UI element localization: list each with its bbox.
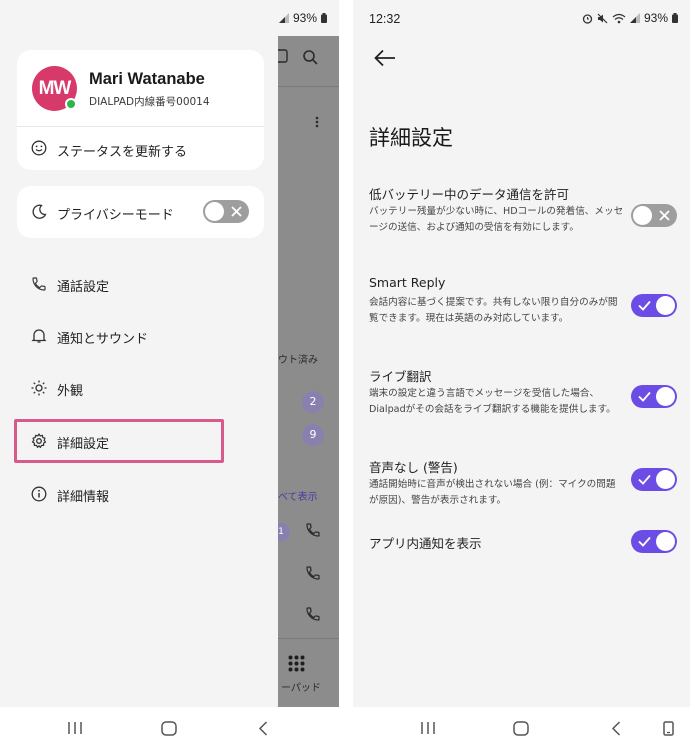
menu-item-appearance[interactable]: 外観 (17, 368, 264, 408)
menu-item-label: 外観 (57, 384, 84, 399)
search-icon[interactable] (302, 49, 318, 65)
setting-low-battery-data: 低バッテリー中のデータ通信を許可 バッテリー残量が少ない時に、HDコールの発着信… (369, 184, 677, 254)
alarm-icon (582, 13, 593, 24)
close-icon (231, 206, 242, 217)
wifi-icon (612, 13, 626, 23)
system-navigation-bar (353, 707, 690, 749)
bell-icon (31, 329, 47, 343)
check-icon (638, 300, 651, 311)
setting-title: Smart Reply (369, 275, 446, 290)
setting-smart-reply: Smart Reply 会話内容に基づく提案です。共有しない限り自分のみが閲覧で… (369, 275, 677, 345)
back-nav-icon[interactable] (611, 721, 621, 736)
toggle-knob (633, 206, 652, 225)
back-arrow-icon[interactable] (373, 48, 397, 68)
keyboard-hide-icon[interactable] (663, 721, 674, 736)
profile-card: MW Mari Watanabe DIALPAD内線番号00014 ステータスを… (17, 50, 264, 170)
unread-badge: 2 (302, 391, 324, 413)
setting-title: 低バッテリー中のデータ通信を許可 (369, 187, 570, 202)
check-icon (638, 391, 651, 402)
recent-apps-icon[interactable] (420, 721, 436, 735)
unread-badge: 1 (278, 523, 290, 541)
show-all-link[interactable]: べて表示 (278, 488, 318, 503)
moon-icon (32, 204, 47, 219)
setting-title: アプリ内通知を表示 (369, 536, 482, 551)
smart-reply-toggle[interactable] (631, 294, 677, 317)
background-app-overlay[interactable]: ウト済み 2 9 べて表示 1 ーパッド (278, 36, 339, 707)
check-icon (638, 474, 651, 485)
close-icon (659, 210, 670, 221)
info-icon (31, 486, 47, 502)
setting-title: ライブ翻訳 (369, 369, 432, 384)
menu-item-label: 通話設定 (57, 280, 110, 295)
battery-icon (672, 13, 678, 23)
privacy-mode-label: プライバシーモード (57, 208, 174, 223)
check-icon (638, 536, 651, 547)
setting-title: 音声なし (警告) (369, 460, 458, 475)
keypad-label[interactable]: ーパッド (281, 679, 321, 694)
toggle-knob (205, 202, 224, 221)
in-app-notifications-toggle[interactable] (631, 530, 677, 553)
more-vert-icon[interactable] (315, 116, 319, 128)
divider (278, 86, 339, 87)
highlight-box (14, 419, 224, 463)
smiley-icon (31, 140, 47, 156)
phone-icon[interactable] (305, 565, 321, 581)
navigation-drawer: MW Mari Watanabe DIALPAD内線番号00014 ステータスを… (0, 0, 278, 707)
setting-no-audio-warning: 音声なし (警告) 通話開始時に音声が検出されない場合 (例：マイクの問題が原因… (369, 457, 677, 512)
user-extension: DIALPAD内線番号00014 (89, 96, 210, 108)
user-name: Mari Watanabe (89, 70, 205, 88)
logged-out-text: ウト済み (278, 355, 318, 366)
sun-icon (31, 380, 47, 396)
setting-description: 端末の設定と違う言語でメッセージを受信した場合、Dialpadがその会話をライブ… (369, 388, 616, 415)
toggle-knob (656, 296, 675, 315)
home-icon[interactable] (513, 721, 529, 736)
setting-description: 通話開始時に音声が検出されない場合 (例：マイクの問題が原因)、警告が表示されま… (369, 479, 616, 506)
status-icons: 93% (582, 11, 678, 25)
recent-apps-icon[interactable] (67, 721, 83, 735)
page-title: 詳細設定 (369, 126, 453, 150)
phone-icon[interactable] (305, 522, 321, 538)
signal-icon (278, 13, 289, 23)
battery-percent: 93% (292, 11, 317, 25)
privacy-mode-card: プライバシーモード (17, 186, 264, 238)
menu-item-label: 詳細情報 (57, 490, 110, 505)
battery-percent: 93% (643, 11, 668, 25)
phone-icon[interactable] (305, 606, 321, 622)
toggle-knob (656, 470, 675, 489)
update-status-label: ステータスを更新する (57, 145, 188, 160)
back-nav-icon[interactable] (258, 721, 268, 736)
setting-description: バッテリー残量が少ない時に、HDコールの発着信、メッセージの送信、および通知の受… (369, 206, 624, 233)
setting-live-translation: ライブ翻訳 端末の設定と違う言語でメッセージを受信した場合、Dialpadがその… (369, 366, 677, 436)
menu-item-label: 通知とサウンド (57, 332, 149, 347)
toggle-knob (656, 532, 675, 551)
right-phone-screen: 12:32 93% 詳細設定 低バッテリー中のデータ通信を許可 バッテリー残量が… (353, 0, 690, 749)
keypad-icon[interactable] (288, 655, 305, 672)
low-battery-data-toggle[interactable] (631, 204, 677, 227)
phone-icon (32, 277, 46, 291)
privacy-mode-toggle[interactable] (203, 200, 249, 223)
menu-item-about[interactable]: 詳細情報 (17, 474, 264, 514)
app-icon-partial (278, 49, 288, 63)
live-translation-toggle[interactable] (631, 385, 677, 408)
update-status-button[interactable]: ステータスを更新する (17, 127, 264, 170)
setting-description: 会話内容に基づく提案です。共有しない限り自分のみが閲覧できます。現在は英語のみ対… (369, 297, 618, 324)
toggle-knob (656, 387, 675, 406)
no-audio-warning-toggle[interactable] (631, 468, 677, 491)
status-time: 12:32 (369, 12, 401, 26)
unread-badge: 9 (302, 424, 324, 446)
home-icon[interactable] (161, 721, 177, 736)
mute-icon (597, 13, 608, 23)
divider (278, 638, 339, 639)
status-bar: 12:32 93% (353, 0, 690, 36)
setting-in-app-notifications: アプリ内通知を表示 (369, 530, 677, 563)
left-phone-screen: 12:32 93% ウト済み 2 9 べて表示 1 ーパッド MW (0, 0, 339, 749)
presence-indicator (65, 98, 77, 110)
battery-icon (321, 13, 327, 23)
menu-item-call-settings[interactable]: 通話設定 (17, 264, 264, 304)
signal-icon (629, 13, 640, 23)
menu-item-notifications[interactable]: 通知とサウンド (17, 316, 264, 356)
system-navigation-bar (0, 707, 339, 749)
